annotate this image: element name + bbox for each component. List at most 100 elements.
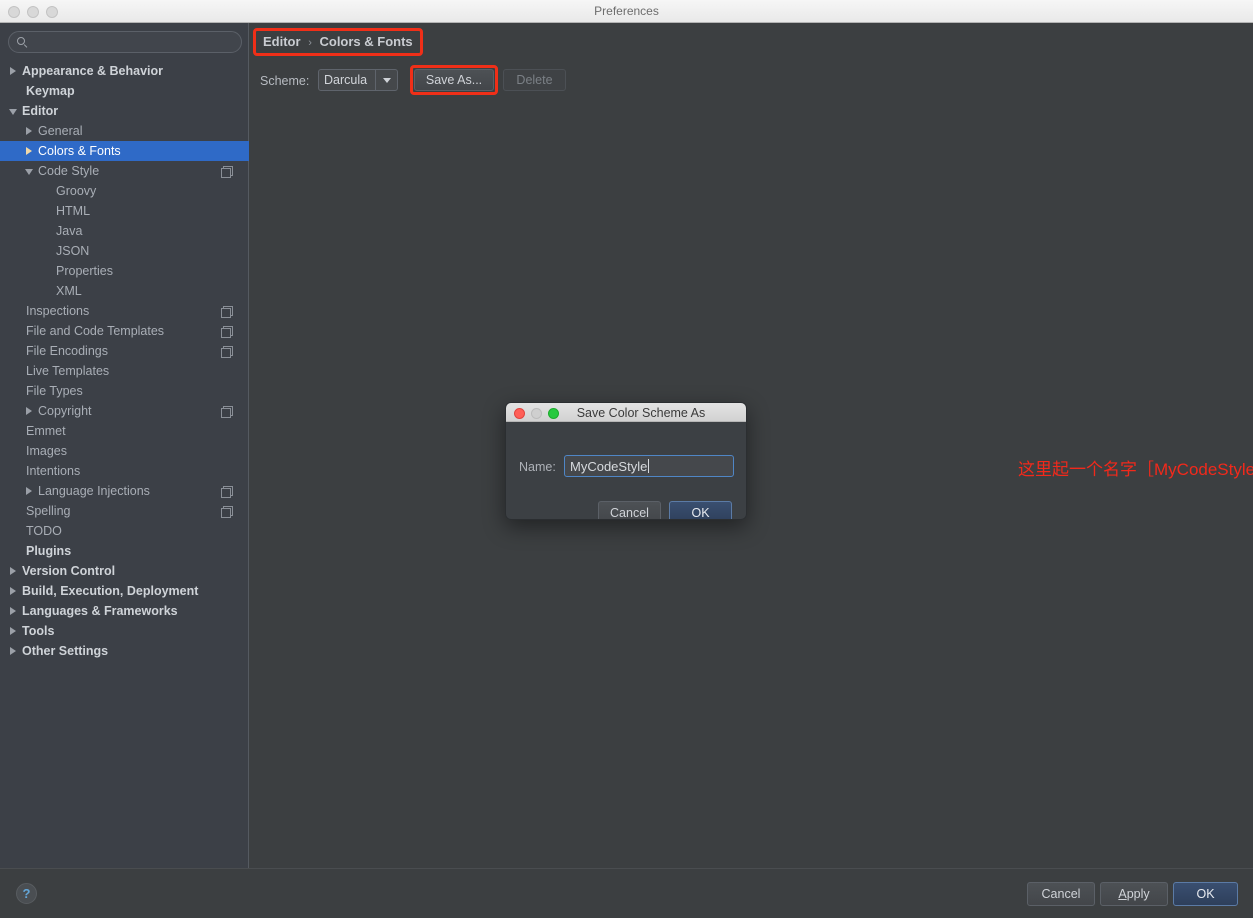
sidebar-item-label: Spelling [26, 504, 71, 518]
breadcrumb-current: Colors & Fonts [319, 34, 413, 49]
sidebar-item-label: Languages & Frameworks [22, 604, 178, 618]
sidebar-item-images[interactable]: Images [0, 441, 249, 461]
help-icon[interactable]: ? [16, 883, 37, 904]
sidebar-item-appearance-behavior[interactable]: Appearance & Behavior [0, 61, 249, 81]
sidebar-item-colors-fonts[interactable]: Colors & Fonts [0, 141, 249, 161]
sidebar-item-build-execution-deployment[interactable]: Build, Execution, Deployment [0, 581, 249, 601]
dialog-body: Name: MyCodeStyle Cancel OK [506, 422, 746, 519]
search-field-wrapper [8, 31, 242, 53]
sidebar-item-label: Editor [22, 104, 59, 118]
sidebar-item-emmet[interactable]: Emmet [0, 421, 249, 441]
copy-settings-icon[interactable] [221, 405, 233, 418]
sidebar-item-label: JSON [56, 244, 90, 258]
dialog-cancel-button[interactable]: Cancel [598, 501, 661, 519]
sidebar-item-xml[interactable]: XML [0, 281, 249, 301]
sidebar-item-language-injections[interactable]: Language Injections [0, 481, 249, 501]
annotation-text: 这里起一个名字［MyCodeStyle］，然后点击OK [1018, 460, 1253, 479]
copy-settings-icon[interactable] [221, 325, 233, 338]
copy-settings-icon[interactable] [221, 345, 233, 358]
sidebar-item-label: Properties [56, 264, 113, 278]
sidebar-item-general[interactable]: General [0, 121, 249, 141]
sidebar-item-todo[interactable]: TODO [0, 521, 249, 541]
breadcrumb: Editor › Colors & Fonts [253, 28, 423, 56]
sidebar-item-label: HTML [56, 204, 91, 218]
sidebar-item-keymap[interactable]: Keymap [0, 81, 249, 101]
copy-settings-icon[interactable] [221, 485, 233, 498]
save-as-button[interactable]: Save As... [414, 69, 494, 91]
sidebar-item-editor[interactable]: Editor [0, 101, 249, 121]
save-color-scheme-dialog: Save Color Scheme As Name: MyCodeStyle C… [505, 402, 747, 520]
chevron-right-icon[interactable] [9, 646, 18, 656]
settings-tree[interactable]: Appearance & Behavior Keymap Editor General… [0, 61, 249, 661]
sidebar-item-label: Other Settings [22, 644, 109, 658]
apply-mnemonic: A [1118, 887, 1127, 901]
copy-settings-icon[interactable] [221, 505, 233, 518]
sidebar-item-version-control[interactable]: Version Control [0, 561, 249, 581]
sidebar-item-label: File Types [26, 384, 83, 398]
cancel-button[interactable]: Cancel [1027, 882, 1095, 906]
search-icon [17, 36, 28, 48]
chevron-right-icon[interactable] [25, 486, 34, 496]
sidebar-item-intentions[interactable]: Intentions [0, 461, 249, 481]
sidebar-item-live-templates[interactable]: Live Templates [0, 361, 249, 381]
scheme-name-value: MyCodeStyle [570, 458, 648, 474]
sidebar-item-copyright[interactable]: Copyright [0, 401, 249, 421]
sidebar-item-properties[interactable]: Properties [0, 261, 249, 281]
scheme-label: Scheme: [260, 74, 310, 88]
sidebar-item-label: Keymap [26, 84, 75, 98]
chevron-right-icon[interactable] [9, 626, 18, 636]
sidebar-item-code-style[interactable]: Code Style [0, 161, 249, 181]
sidebar-item-html[interactable]: HTML [0, 201, 249, 221]
sidebar-item-file-types[interactable]: File Types [0, 381, 249, 401]
ok-button[interactable]: OK [1173, 882, 1238, 906]
sidebar-item-inspections[interactable]: Inspections [0, 301, 249, 321]
sidebar-item-label: Build, Execution, Deployment [22, 584, 199, 598]
delete-scheme-button[interactable]: Delete [503, 69, 566, 91]
chevron-right-icon[interactable] [9, 66, 18, 76]
chevron-right-icon[interactable] [9, 606, 18, 616]
sidebar-item-label: File and Code Templates [26, 324, 165, 338]
chevron-right-icon[interactable] [25, 126, 34, 136]
sidebar-item-languages-frameworks[interactable]: Languages & Frameworks [0, 601, 249, 621]
sidebar-item-spelling[interactable]: Spelling [0, 501, 249, 521]
search-input[interactable] [33, 34, 223, 50]
scheme-selected-value: Darcula [324, 73, 368, 87]
sidebar-item-json[interactable]: JSON [0, 241, 249, 261]
chevron-right-icon[interactable] [9, 566, 18, 576]
scheme-name-input[interactable]: MyCodeStyle [564, 455, 734, 477]
copy-settings-icon[interactable] [221, 165, 233, 178]
apply-button[interactable]: Apply [1100, 882, 1168, 906]
chevron-right-icon[interactable] [25, 146, 34, 156]
sidebar-item-label: Copyright [38, 404, 92, 418]
sidebar-item-label: Intentions [26, 464, 81, 478]
breadcrumb-parent: Editor [263, 34, 301, 49]
copy-settings-icon[interactable] [221, 305, 233, 318]
sidebar-item-label: Groovy [56, 184, 97, 198]
sidebar-item-label: General [38, 124, 83, 138]
scheme-dropdown[interactable]: Darcula [318, 69, 398, 91]
sidebar-item-file-encodings[interactable]: File Encodings [0, 341, 249, 361]
sidebar-item-label: XML [56, 284, 82, 298]
preferences-window: Preferences Appearance & Behavior Keymap E… [0, 0, 1253, 918]
sidebar-item-other-settings[interactable]: Other Settings [0, 641, 249, 661]
sidebar-item-tools[interactable]: Tools [0, 621, 249, 641]
chevron-right-icon[interactable] [25, 406, 34, 416]
chevron-down-icon[interactable] [9, 107, 18, 116]
chevron-right-icon[interactable] [9, 586, 18, 596]
sidebar-item-file-and-code-templates[interactable]: File and Code Templates [0, 321, 249, 341]
sidebar-item-label: Live Templates [26, 364, 110, 378]
sidebar-item-label: Colors & Fonts [38, 144, 121, 158]
dialog-ok-button[interactable]: OK [669, 501, 732, 519]
search-box[interactable] [8, 31, 242, 53]
sidebar-item-groovy[interactable]: Groovy [0, 181, 249, 201]
name-label: Name: [519, 460, 556, 474]
sidebar-item-label: Inspections [26, 304, 90, 318]
chevron-down-icon[interactable] [375, 70, 397, 90]
sidebar-item-label: Plugins [26, 544, 72, 558]
dialog-titlebar: Save Color Scheme As [506, 403, 746, 422]
chevron-down-icon[interactable] [25, 167, 34, 176]
apply-rest: pply [1126, 887, 1150, 901]
sidebar-item-label: Code Style [38, 164, 100, 178]
sidebar-item-java[interactable]: Java [0, 221, 249, 241]
sidebar-item-plugins[interactable]: Plugins [0, 541, 249, 561]
